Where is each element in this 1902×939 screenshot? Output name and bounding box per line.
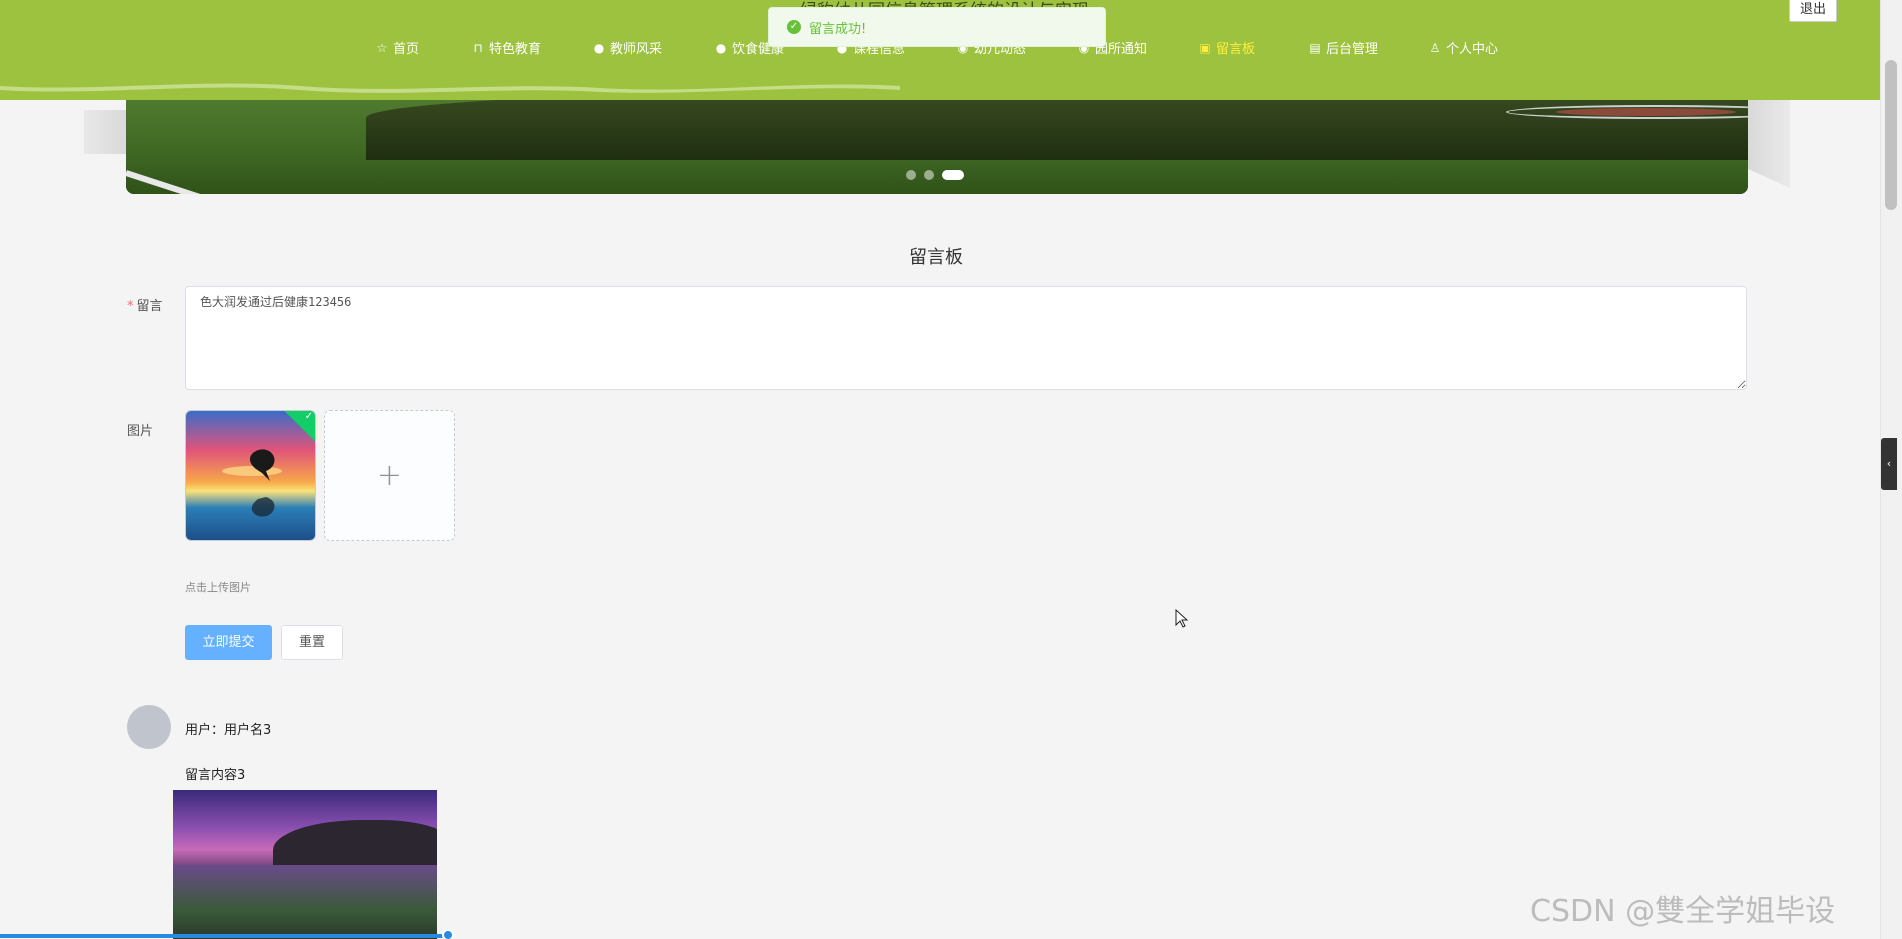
page-title: 留言板: [909, 247, 963, 268]
user-icon: ♙: [1429, 40, 1441, 55]
banner-prev-slide-preview: [84, 110, 130, 154]
clock-icon: ●: [715, 40, 727, 55]
chevron-left-icon: ‹: [1886, 457, 1892, 470]
carousel-dot-1[interactable]: [906, 170, 916, 180]
plus-icon: +: [376, 458, 403, 493]
video-progress-bar[interactable]: [0, 934, 450, 938]
camera-icon: ▣: [1199, 40, 1211, 55]
nav-item-admin[interactable]: ▤ 后台管理: [1309, 38, 1379, 58]
carousel-dot-2[interactable]: [924, 170, 934, 180]
carousel-indicators: [906, 170, 964, 180]
side-collapse-tab[interactable]: ‹: [1881, 438, 1897, 490]
nav-label: 后台管理: [1326, 42, 1379, 57]
nav-label: 首页: [393, 42, 420, 57]
comment-image-water: [173, 865, 437, 939]
nav-item-message-board[interactable]: ▣ 留言板: [1199, 38, 1256, 58]
star-icon: ☆: [376, 40, 388, 55]
check-circle-icon: ✓: [787, 20, 801, 34]
banner-court-red: [1556, 108, 1736, 116]
message-textarea[interactable]: [185, 286, 1747, 390]
image-label: 图片: [127, 424, 154, 439]
comment-content: 留言内容3: [185, 768, 246, 783]
avatar: [127, 705, 171, 749]
upload-hint: 点击上传图片: [185, 581, 251, 594]
nav-item-special-education[interactable]: ⊓ 特色教育: [472, 38, 542, 58]
submit-button[interactable]: 立即提交: [185, 625, 272, 660]
scrollbar-thumb[interactable]: [1885, 60, 1897, 210]
nav-item-teachers[interactable]: ● 教师风采: [593, 38, 663, 58]
carousel-dot-3[interactable]: [942, 170, 964, 180]
mouse-cursor-icon: [1175, 609, 1189, 628]
watermark: CSDN @雙全学姐毕设: [1530, 894, 1836, 929]
required-asterisk: *: [127, 299, 134, 314]
header-wave-decoration: [0, 78, 1880, 93]
nav-label: 留言板: [1216, 42, 1256, 57]
bag-icon: ⊓: [473, 40, 483, 55]
check-icon: ✓: [304, 411, 313, 422]
message-label-text: 留言: [136, 299, 163, 314]
nav-item-profile[interactable]: ♙ 个人中心: [1429, 38, 1499, 58]
dolphin-silhouette: [222, 449, 282, 517]
toast-message: 留言成功!: [809, 21, 867, 37]
reset-button[interactable]: 重置: [281, 625, 343, 660]
briefcase-icon: ▤: [1309, 40, 1321, 55]
comment-image[interactable]: [173, 790, 437, 939]
success-toast: ✓ 留言成功!: [768, 7, 1106, 47]
nav-label: 个人中心: [1446, 42, 1499, 57]
nav-label: 特色教育: [489, 42, 542, 57]
comment-user: 用户：用户名3: [185, 723, 272, 738]
message-label: * 留言: [127, 295, 163, 314]
upload-image-button[interactable]: +: [324, 410, 455, 541]
video-progress-handle[interactable]: [442, 929, 454, 939]
info-icon: ●: [593, 40, 605, 55]
nav-label: 教师风采: [610, 42, 663, 57]
nav-item-home[interactable]: ☆ 首页: [376, 38, 420, 58]
uploaded-image-thumbnail[interactable]: ✓: [185, 410, 316, 541]
logout-button[interactable]: 退出: [1789, 0, 1837, 22]
